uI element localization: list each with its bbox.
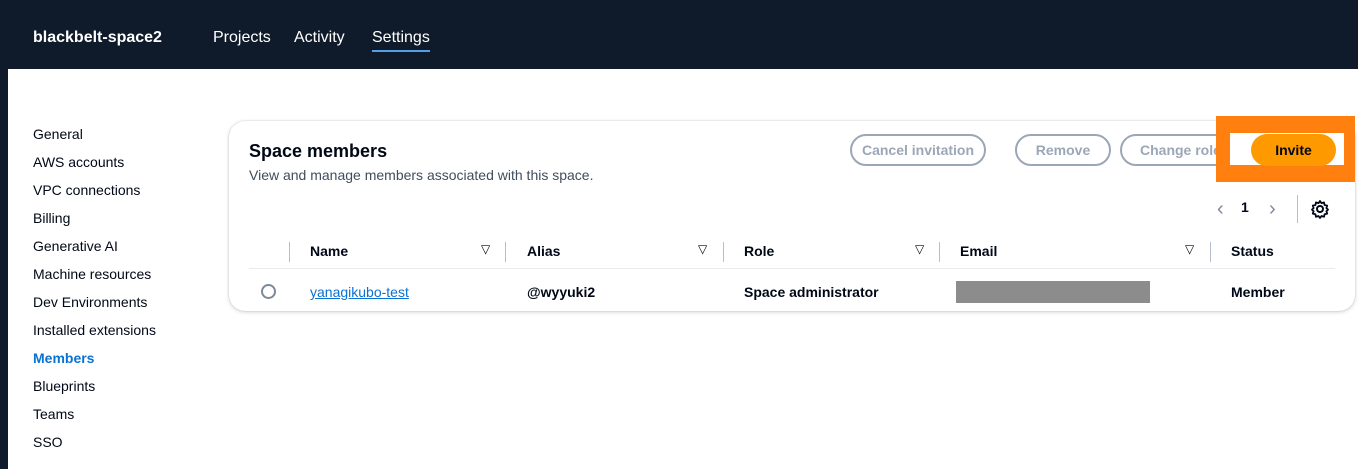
sidebar-item-dev-environments[interactable]: Dev Environments [33,293,213,321]
top-navigation: blackbelt-space2 Projects Activity Setti… [8,8,1358,69]
column-header-role[interactable]: Role [744,242,774,270]
nav-projects[interactable]: Projects [213,29,271,47]
sidebar-item-general[interactable]: General [33,125,213,153]
cancel-invitation-button[interactable]: Cancel invitation [850,134,986,166]
column-header-alias[interactable]: Alias [527,242,560,270]
nav-activity[interactable]: Activity [294,29,345,47]
settings-sidebar: General AWS accounts VPC connections Bil… [33,125,213,461]
sidebar-item-installed-extensions[interactable]: Installed extensions [33,321,213,349]
sort-down-icon[interactable]: ▽ [698,242,707,256]
column-header-name[interactable]: Name [310,242,348,270]
member-status: Member [1231,284,1285,300]
chevron-right-icon[interactable]: › [1269,199,1276,223]
gear-icon[interactable] [1310,199,1330,219]
sidebar-item-blueprints[interactable]: Blueprints [33,377,213,405]
member-alias: @wyyuki2 [527,284,596,300]
sidebar-item-billing[interactable]: Billing [33,209,213,237]
member-email-redacted [956,281,1150,303]
column-header-email[interactable]: Email [960,242,997,270]
sidebar-item-sso[interactable]: SSO [33,433,213,461]
member-name-link[interactable]: yanagikubo-test [310,283,409,301]
sidebar-item-teams[interactable]: Teams [33,405,213,433]
column-header-status[interactable]: Status [1231,242,1274,270]
row-select-radio[interactable] [261,284,276,299]
page-number[interactable]: 1 [1241,199,1249,223]
member-role: Space administrator [744,284,879,300]
space-members-panel: Space members View and manage members as… [229,116,1355,311]
app-window: blackbelt-space2 Projects Activity Setti… [8,8,1358,469]
chevron-left-icon[interactable]: ‹ [1217,199,1224,223]
panel-description: View and manage members associated with … [249,167,594,183]
space-name[interactable]: blackbelt-space2 [33,29,162,47]
sidebar-item-vpc-connections[interactable]: VPC connections [33,181,213,209]
sidebar-item-aws-accounts[interactable]: AWS accounts [33,153,213,181]
panel-title: Space members [249,141,388,161]
remove-button[interactable]: Remove [1015,134,1111,166]
sort-down-icon[interactable]: ▽ [1185,242,1194,256]
invite-button[interactable]: Invite [1251,134,1336,166]
nav-settings[interactable]: Settings [372,29,430,52]
table-header-divider [249,268,1335,269]
sidebar-item-machine-resources[interactable]: Machine resources [33,265,213,293]
sort-down-icon[interactable]: ▽ [915,242,924,256]
sort-down-icon[interactable]: ▽ [481,242,490,256]
sidebar-item-generative-ai[interactable]: Generative AI [33,237,213,265]
sidebar-item-members[interactable]: Members [33,349,213,377]
